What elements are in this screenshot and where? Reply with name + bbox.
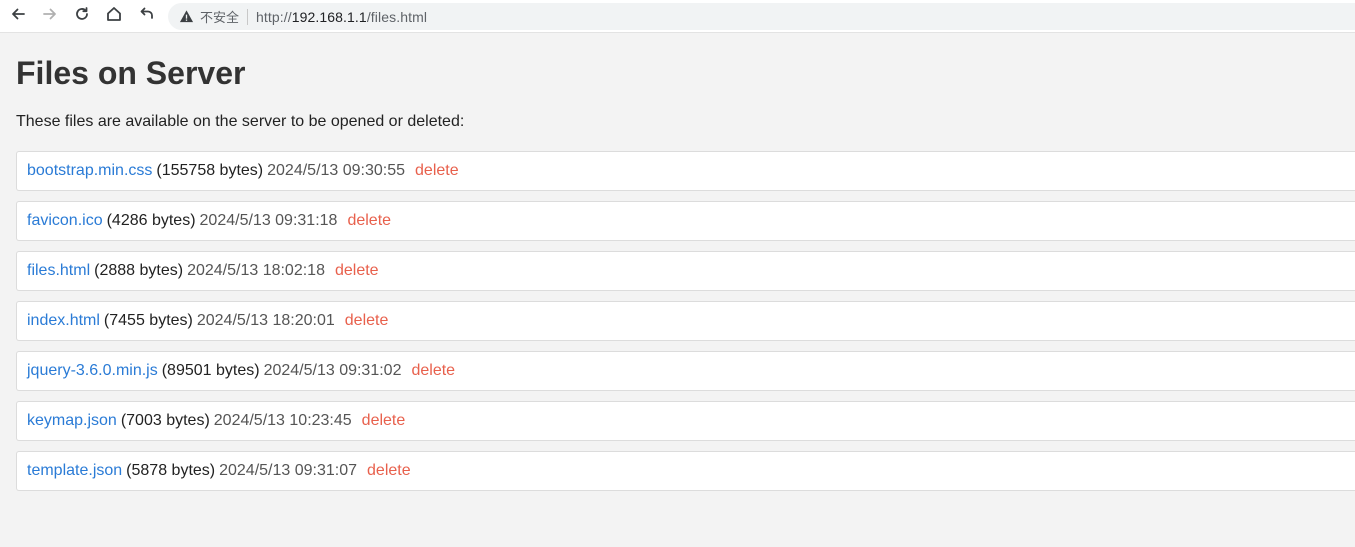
file-date: 2024/5/13 18:20:01 bbox=[196, 312, 335, 329]
file-link[interactable]: keymap.json bbox=[27, 412, 117, 430]
file-link[interactable]: files.html bbox=[27, 262, 90, 280]
undo-icon bbox=[137, 5, 155, 28]
reload-button[interactable] bbox=[70, 5, 94, 27]
page-title: Files on Server bbox=[16, 55, 246, 91]
browser-toolbar: 不安全 http://192.168.1.1/files.html bbox=[0, 0, 1355, 33]
file-item: favicon.ico (4286 bytes) 2024/5/13 09:31… bbox=[16, 201, 1355, 241]
security-label[interactable]: 不安全 bbox=[200, 7, 239, 26]
file-size: (155758 bytes) bbox=[156, 162, 264, 179]
warning-icon[interactable] bbox=[178, 9, 194, 25]
file-link[interactable]: bootstrap.min.css bbox=[27, 162, 152, 180]
file-item: bootstrap.min.css (155758 bytes) 2024/5/… bbox=[16, 151, 1355, 191]
url-path: /files.html bbox=[366, 8, 428, 25]
file-link[interactable]: index.html bbox=[27, 312, 100, 330]
file-item: template.json (5878 bytes) 2024/5/13 09:… bbox=[16, 451, 1355, 491]
file-item: files.html (2888 bytes) 2024/5/13 18:02:… bbox=[16, 251, 1355, 291]
file-link[interactable]: favicon.ico bbox=[27, 212, 103, 230]
forward-button[interactable] bbox=[38, 5, 62, 27]
undo-button[interactable] bbox=[134, 5, 158, 27]
delete-link[interactable]: delete bbox=[347, 212, 391, 230]
delete-link[interactable]: delete bbox=[362, 412, 406, 430]
file-item: index.html (7455 bytes) 2024/5/13 18:20:… bbox=[16, 301, 1355, 341]
home-button[interactable] bbox=[102, 5, 126, 27]
address-bar[interactable]: 不安全 http://192.168.1.1/files.html bbox=[168, 3, 1355, 30]
file-date: 2024/5/13 09:31:02 bbox=[263, 362, 402, 379]
file-link[interactable]: jquery-3.6.0.min.js bbox=[27, 362, 158, 380]
file-date: 2024/5/13 09:30:55 bbox=[267, 162, 406, 179]
delete-link[interactable]: delete bbox=[367, 462, 411, 480]
file-date: 2024/5/13 18:02:18 bbox=[187, 262, 325, 279]
url-scheme: http:// bbox=[256, 8, 292, 25]
file-size: (4286 bytes) bbox=[106, 212, 196, 229]
reload-icon bbox=[73, 5, 91, 28]
forward-icon bbox=[41, 5, 59, 28]
delete-link[interactable]: delete bbox=[335, 262, 379, 280]
file-list: bootstrap.min.css (155758 bytes) 2024/5/… bbox=[16, 151, 1355, 501]
file-size: (5878 bytes) bbox=[126, 462, 216, 479]
delete-link[interactable]: delete bbox=[411, 362, 455, 380]
file-date: 2024/5/13 09:31:18 bbox=[199, 212, 338, 229]
url-text[interactable]: http://192.168.1.1/files.html bbox=[256, 9, 427, 25]
back-button[interactable] bbox=[6, 5, 30, 27]
delete-link[interactable]: delete bbox=[345, 312, 389, 330]
file-date: 2024/5/13 09:31:07 bbox=[219, 462, 358, 479]
page-description: These files are available on the server … bbox=[16, 113, 465, 130]
back-icon bbox=[9, 5, 27, 28]
address-divider bbox=[247, 8, 249, 25]
file-item: keymap.json (7003 bytes) 2024/5/13 10:23… bbox=[16, 401, 1355, 441]
file-size: (89501 bytes) bbox=[161, 362, 260, 379]
file-size: (7003 bytes) bbox=[120, 412, 210, 429]
delete-link[interactable]: delete bbox=[415, 162, 459, 180]
file-size: (2888 bytes) bbox=[94, 262, 184, 279]
file-item: jquery-3.6.0.min.js (89501 bytes) 2024/5… bbox=[16, 351, 1355, 391]
home-icon bbox=[105, 5, 123, 28]
file-size: (7455 bytes) bbox=[103, 312, 193, 329]
file-date: 2024/5/13 10:23:45 bbox=[213, 412, 352, 429]
page-content: Files on Server These files are availabl… bbox=[0, 34, 1355, 547]
file-link[interactable]: template.json bbox=[27, 462, 122, 480]
url-host: 192.168.1.1 bbox=[291, 8, 367, 25]
